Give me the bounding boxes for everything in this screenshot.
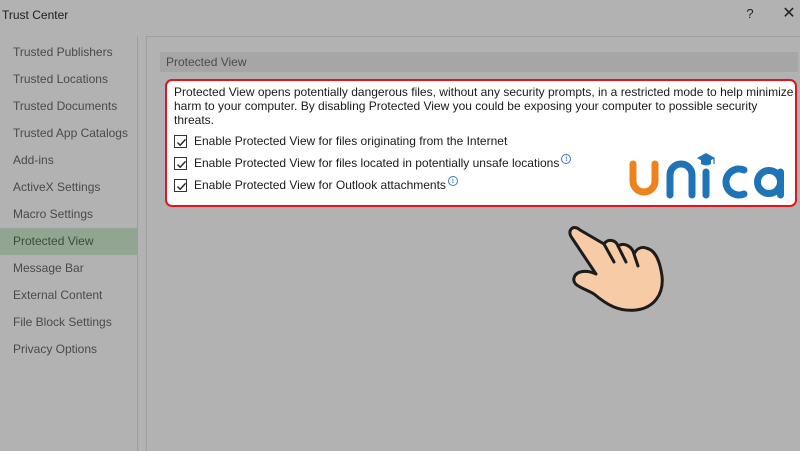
sidebar-item-file-block-settings[interactable]: File Block Settings: [0, 309, 137, 336]
sidebar-item-trusted-app-catalogs[interactable]: Trusted App Catalogs: [0, 120, 137, 147]
sidebar-item-trusted-publishers[interactable]: Trusted Publishers: [0, 39, 137, 66]
sidebar-item-external-content[interactable]: External Content: [0, 282, 137, 309]
sidebar-item-privacy-options[interactable]: Privacy Options: [0, 336, 137, 363]
title-bar: Trust Center ? ✕: [0, 0, 800, 32]
sidebar-item-trusted-documents[interactable]: Trusted Documents: [0, 93, 137, 120]
checkmark-icon: [177, 138, 187, 146]
outlook-attachments-label: Enable Protected View for Outlook attach…: [194, 178, 446, 192]
internet-files-label: Enable Protected View for files originat…: [194, 134, 508, 148]
pointing-hand-icon: [568, 226, 664, 312]
graduation-cap-icon: [697, 153, 715, 166]
window-title: Trust Center: [2, 8, 69, 22]
internet-files-checkbox[interactable]: [174, 134, 187, 148]
option-unsafe-locations[interactable]: Enable Protected View for files located …: [174, 154, 572, 171]
unsafe-locations-checkbox[interactable]: [174, 156, 187, 170]
sidebar-item-activex-settings[interactable]: ActiveX Settings: [0, 174, 137, 201]
sidebar-item-add-ins[interactable]: Add-ins: [0, 147, 137, 174]
unica-logo: [629, 153, 784, 199]
option-internet-files[interactable]: Enable Protected View for files originat…: [174, 133, 507, 149]
sidebar-item-trusted-locations[interactable]: Trusted Locations: [0, 66, 137, 93]
protected-view-description: Protected View opens potentially dangero…: [174, 85, 794, 127]
unsafe-locations-label: Enable Protected View for files located …: [194, 156, 560, 170]
info-icon[interactable]: i: [447, 176, 458, 186]
sidebar-item-protected-view[interactable]: Protected View: [0, 228, 137, 255]
info-icon[interactable]: i: [561, 154, 572, 164]
checkmark-icon: [177, 160, 187, 168]
close-button[interactable]: ✕: [780, 5, 798, 23]
checkmark-icon: [177, 182, 187, 190]
section-title: Protected View: [160, 52, 798, 72]
outlook-attachments-checkbox[interactable]: [174, 178, 187, 192]
option-outlook-attachments[interactable]: Enable Protected View for Outlook attach…: [174, 176, 458, 193]
sidebar-item-message-bar[interactable]: Message Bar: [0, 255, 137, 282]
sidebar-item-macro-settings[interactable]: Macro Settings: [0, 201, 137, 228]
help-button[interactable]: ?: [742, 5, 758, 23]
sidebar: Trusted Publishers Trusted Locations Tru…: [0, 36, 138, 451]
